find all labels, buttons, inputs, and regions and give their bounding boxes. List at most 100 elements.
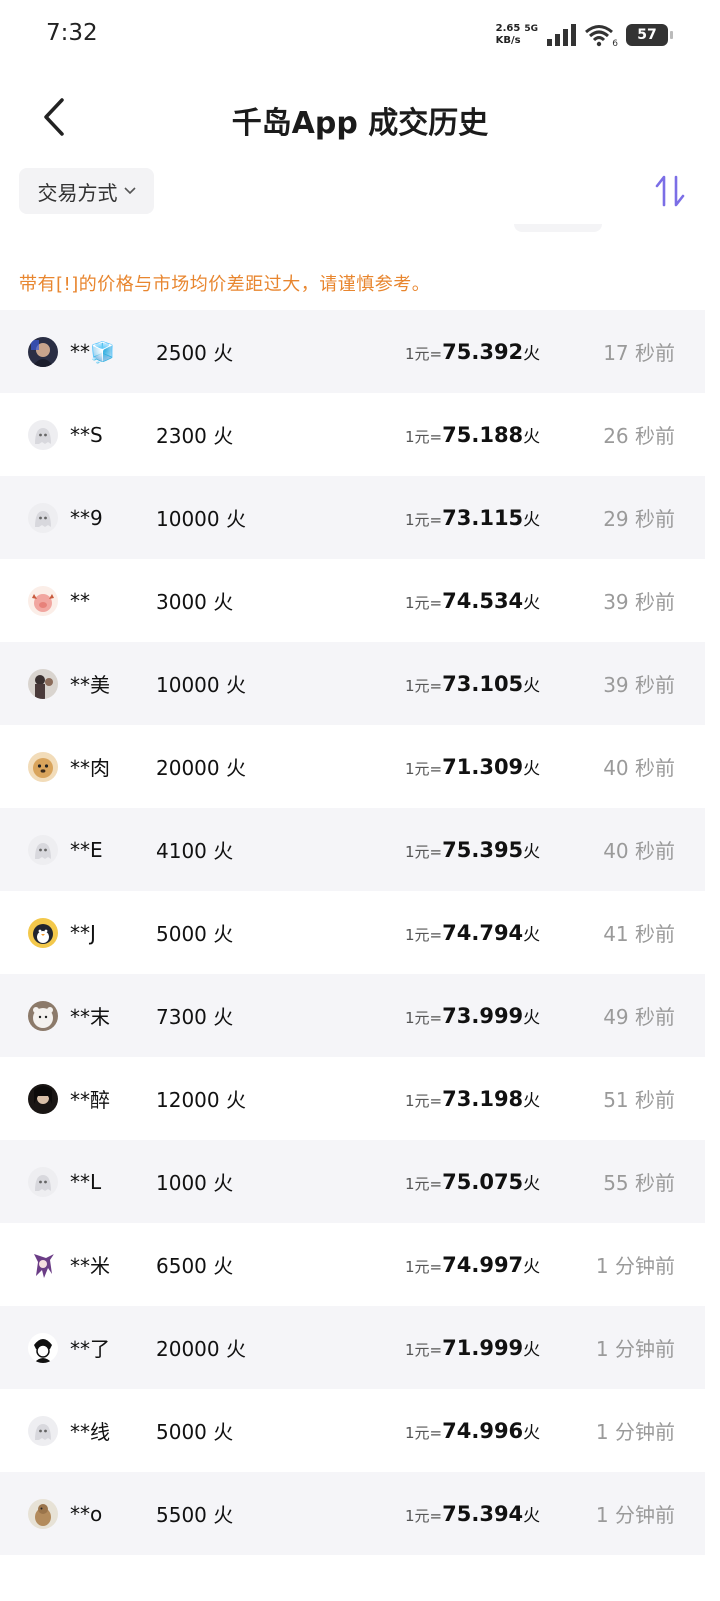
rate-unit: 火 (523, 1091, 541, 1111)
rate-unit: 火 (523, 427, 541, 447)
exchange-rate: 1元=74.996火 (405, 1418, 540, 1443)
trade-record-row: **米 6500 火 1元=74.997火 1 分钟前 (0, 1223, 705, 1306)
rate-value: 71.309 (442, 755, 524, 779)
price-warning: 带有[!]的价格与市场均价差距过大，请谨慎参考。 (19, 274, 431, 295)
rate-prefix: 1元= (405, 1424, 443, 1442)
trade-time: 40 秒前 (603, 839, 675, 863)
username: ** (70, 588, 90, 613)
username: **美 (70, 673, 110, 697)
rate-value: 74.996 (442, 1419, 524, 1443)
trade-time: 1 分钟前 (595, 1420, 675, 1444)
rate-value: 75.394 (442, 1502, 524, 1526)
trade-time: 29 秒前 (603, 507, 675, 531)
avatar (28, 1332, 58, 1363)
trade-time: 39 秒前 (603, 673, 675, 697)
trade-amount: 12000 火 (156, 1088, 246, 1112)
avatar (28, 1000, 58, 1031)
avatar (28, 502, 58, 533)
trade-amount: 5000 火 (156, 922, 234, 946)
exchange-rate: 1元=75.392火 (405, 339, 540, 364)
username: **9 (70, 505, 103, 530)
trade-amount: 10000 火 (156, 673, 246, 697)
trade-time: 49 秒前 (603, 1005, 675, 1029)
rate-prefix: 1元= (405, 428, 443, 446)
trade-amount: 6500 火 (156, 1254, 234, 1278)
status-bar: 7:32 2.65 5G KB/s 6 57 (0, 0, 720, 70)
rate-unit: 火 (523, 842, 541, 862)
trade-time: 26 秒前 (603, 424, 675, 448)
rate-value: 73.115 (442, 506, 524, 530)
exchange-rate: 1元=75.188火 (405, 422, 540, 447)
rate-value: 74.534 (442, 589, 524, 613)
trade-time: 1 分钟前 (595, 1503, 675, 1527)
battery-level: 57 (637, 27, 657, 43)
trade-amount: 5500 火 (156, 1503, 234, 1527)
filter-row: 交易方式 (0, 168, 720, 218)
username: **J (70, 920, 96, 945)
rate-value: 74.997 (442, 1253, 524, 1277)
username: **L (70, 1169, 102, 1194)
trade-amount: 5000 火 (156, 1420, 234, 1444)
cellular-signal-icon (547, 24, 576, 46)
status-icons: 2.65 5G KB/s 6 57 (495, 18, 673, 52)
rate-value: 75.188 (442, 423, 524, 447)
avatar (28, 1166, 58, 1197)
trade-time: 17 秒前 (603, 341, 675, 365)
trade-amount: 1000 火 (156, 1171, 234, 1195)
exchange-rate: 1元=75.394火 (405, 1501, 540, 1526)
username: **米 (70, 1254, 110, 1278)
exchange-rate: 1元=73.999火 (405, 1003, 540, 1028)
rate-value: 74.794 (442, 921, 524, 945)
trade-time: 1 分钟前 (595, 1337, 675, 1361)
rate-prefix: 1元= (405, 511, 443, 529)
trade-amount: 10000 火 (156, 507, 246, 531)
status-time: 7:32 (46, 20, 98, 46)
avatar (28, 751, 58, 782)
trade-amount: 7300 火 (156, 1005, 234, 1029)
sort-arrows-icon (655, 175, 685, 207)
trade-time: 55 秒前 (603, 1171, 675, 1195)
exchange-rate: 1元=73.115火 (405, 505, 540, 530)
username: **🧊 (70, 339, 115, 364)
rate-value: 75.075 (442, 1170, 524, 1194)
username: **线 (70, 1420, 110, 1444)
username: **S (70, 422, 103, 447)
trade-record-row: **L 1000 火 1元=75.075火 55 秒前 (0, 1140, 705, 1223)
trade-record-row: **线 5000 火 1元=74.996火 1 分钟前 (0, 1389, 705, 1472)
avatar (28, 834, 58, 865)
exchange-rate: 1元=74.534火 (405, 588, 540, 613)
rate-unit: 火 (523, 1506, 541, 1526)
rate-unit: 火 (523, 1008, 541, 1028)
rate-value: 71.999 (442, 1336, 524, 1360)
rate-unit: 火 (523, 593, 541, 613)
rate-prefix: 1元= (405, 1092, 443, 1110)
rate-value: 75.392 (442, 340, 524, 364)
trade-method-dropdown[interactable]: 交易方式 (19, 168, 154, 214)
trade-time: 51 秒前 (603, 1088, 675, 1112)
avatar (28, 1415, 58, 1446)
rate-prefix: 1元= (405, 843, 443, 861)
speed-unit: KB/s (495, 35, 521, 46)
trade-history-list: **🧊 2500 火 1元=75.392火 17 秒前 **S 2300 火 1元=75.1… (0, 310, 705, 1555)
trade-record-row: **了 20000 火 1元=71.999火 1 分钟前 (0, 1306, 705, 1389)
rate-value: 75.395 (442, 838, 524, 862)
avatar (28, 585, 58, 616)
avatar (28, 1249, 58, 1280)
rate-value: 73.999 (442, 1004, 524, 1028)
trade-amount: 4100 火 (156, 839, 234, 863)
sort-button[interactable] (654, 174, 686, 208)
trade-record-row: **o 5500 火 1元=75.394火 1 分钟前 (0, 1472, 705, 1555)
trade-amount: 2500 火 (156, 341, 234, 365)
wifi-icon (585, 25, 613, 47)
trade-time: 40 秒前 (603, 756, 675, 780)
rate-prefix: 1元= (405, 1009, 443, 1027)
trade-record-row: **🧊 2500 火 1元=75.392火 17 秒前 (0, 310, 705, 393)
trade-amount: 20000 火 (156, 756, 246, 780)
trade-amount: 20000 火 (156, 1337, 246, 1361)
username: **醉 (70, 1088, 110, 1112)
rate-value: 73.198 (442, 1087, 524, 1111)
username: **E (70, 837, 103, 862)
network-type: 5G (524, 24, 538, 34)
rate-prefix: 1元= (405, 594, 443, 612)
rate-unit: 火 (523, 510, 541, 530)
